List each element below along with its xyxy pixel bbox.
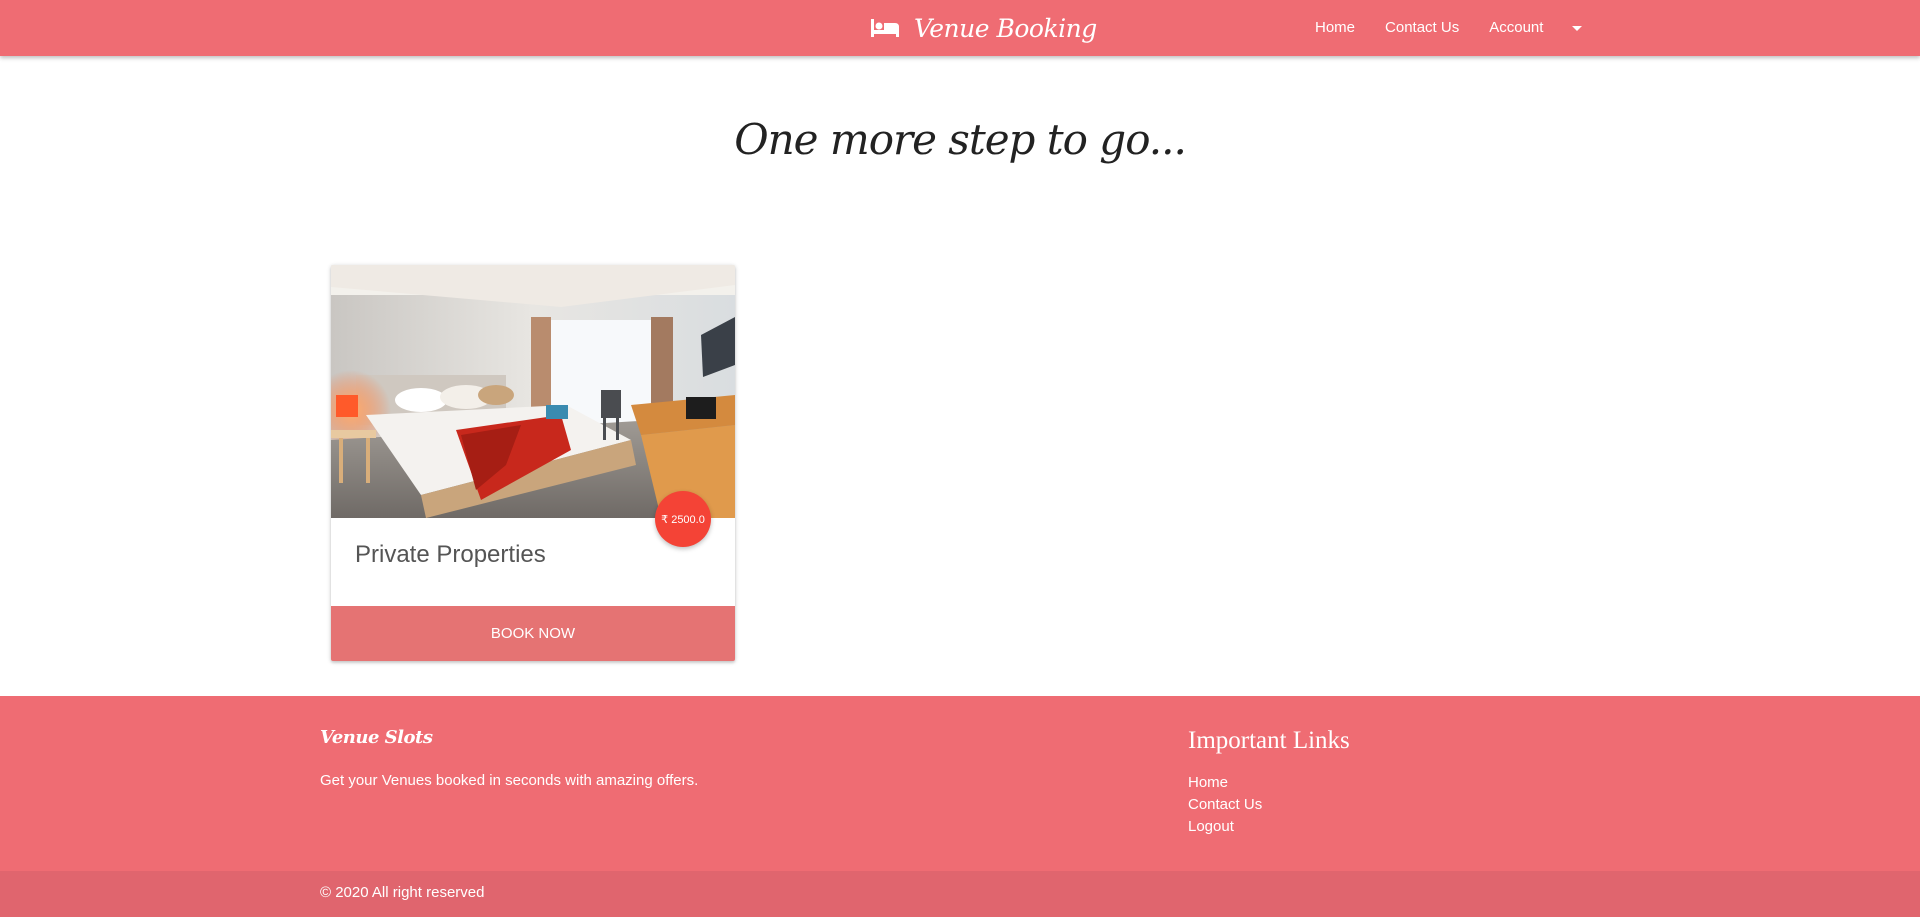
- bed-icon: [871, 19, 899, 37]
- nav-home-link[interactable]: Home: [1300, 4, 1370, 52]
- nav-links: Home Contact Us Account: [1300, 0, 1583, 56]
- footer-links: Home Contact Us Logout: [1188, 772, 1262, 838]
- footer-link-home[interactable]: Home: [1188, 772, 1262, 794]
- footer-links-title: Important Links: [1188, 727, 1350, 754]
- footer-link-contact[interactable]: Contact Us: [1188, 794, 1262, 816]
- page-footer: Venue Slots Get your Venues booked in se…: [0, 696, 1920, 917]
- nav-account-link[interactable]: Account: [1474, 4, 1558, 52]
- brand-name: Venue Booking: [914, 13, 1097, 43]
- footer-copyright-bar: © 2020 All right reserved: [0, 871, 1920, 917]
- caret-down-icon[interactable]: [1572, 25, 1583, 31]
- card-title: Private Properties: [355, 541, 546, 568]
- footer-link-logout[interactable]: Logout: [1188, 816, 1262, 838]
- brand-logo-link[interactable]: Venue Booking: [870, 8, 1097, 48]
- venue-card: ₹ 2500.0 Private Properties BOOK NOW: [331, 265, 735, 661]
- nav-contact-link[interactable]: Contact Us: [1370, 4, 1474, 52]
- copyright-text: © 2020 All right reserved: [320, 884, 485, 901]
- page-heading: One more step to go...: [734, 115, 1187, 164]
- top-navbar: Venue Booking Home Contact Us Account: [0, 0, 1920, 56]
- footer-description: Get your Venues booked in seconds with a…: [320, 772, 699, 789]
- price-badge[interactable]: ₹ 2500.0: [655, 491, 711, 547]
- hotel-room-photo: [331, 265, 735, 518]
- book-now-button[interactable]: BOOK NOW: [331, 606, 735, 661]
- footer-brand: Venue Slots: [320, 727, 433, 748]
